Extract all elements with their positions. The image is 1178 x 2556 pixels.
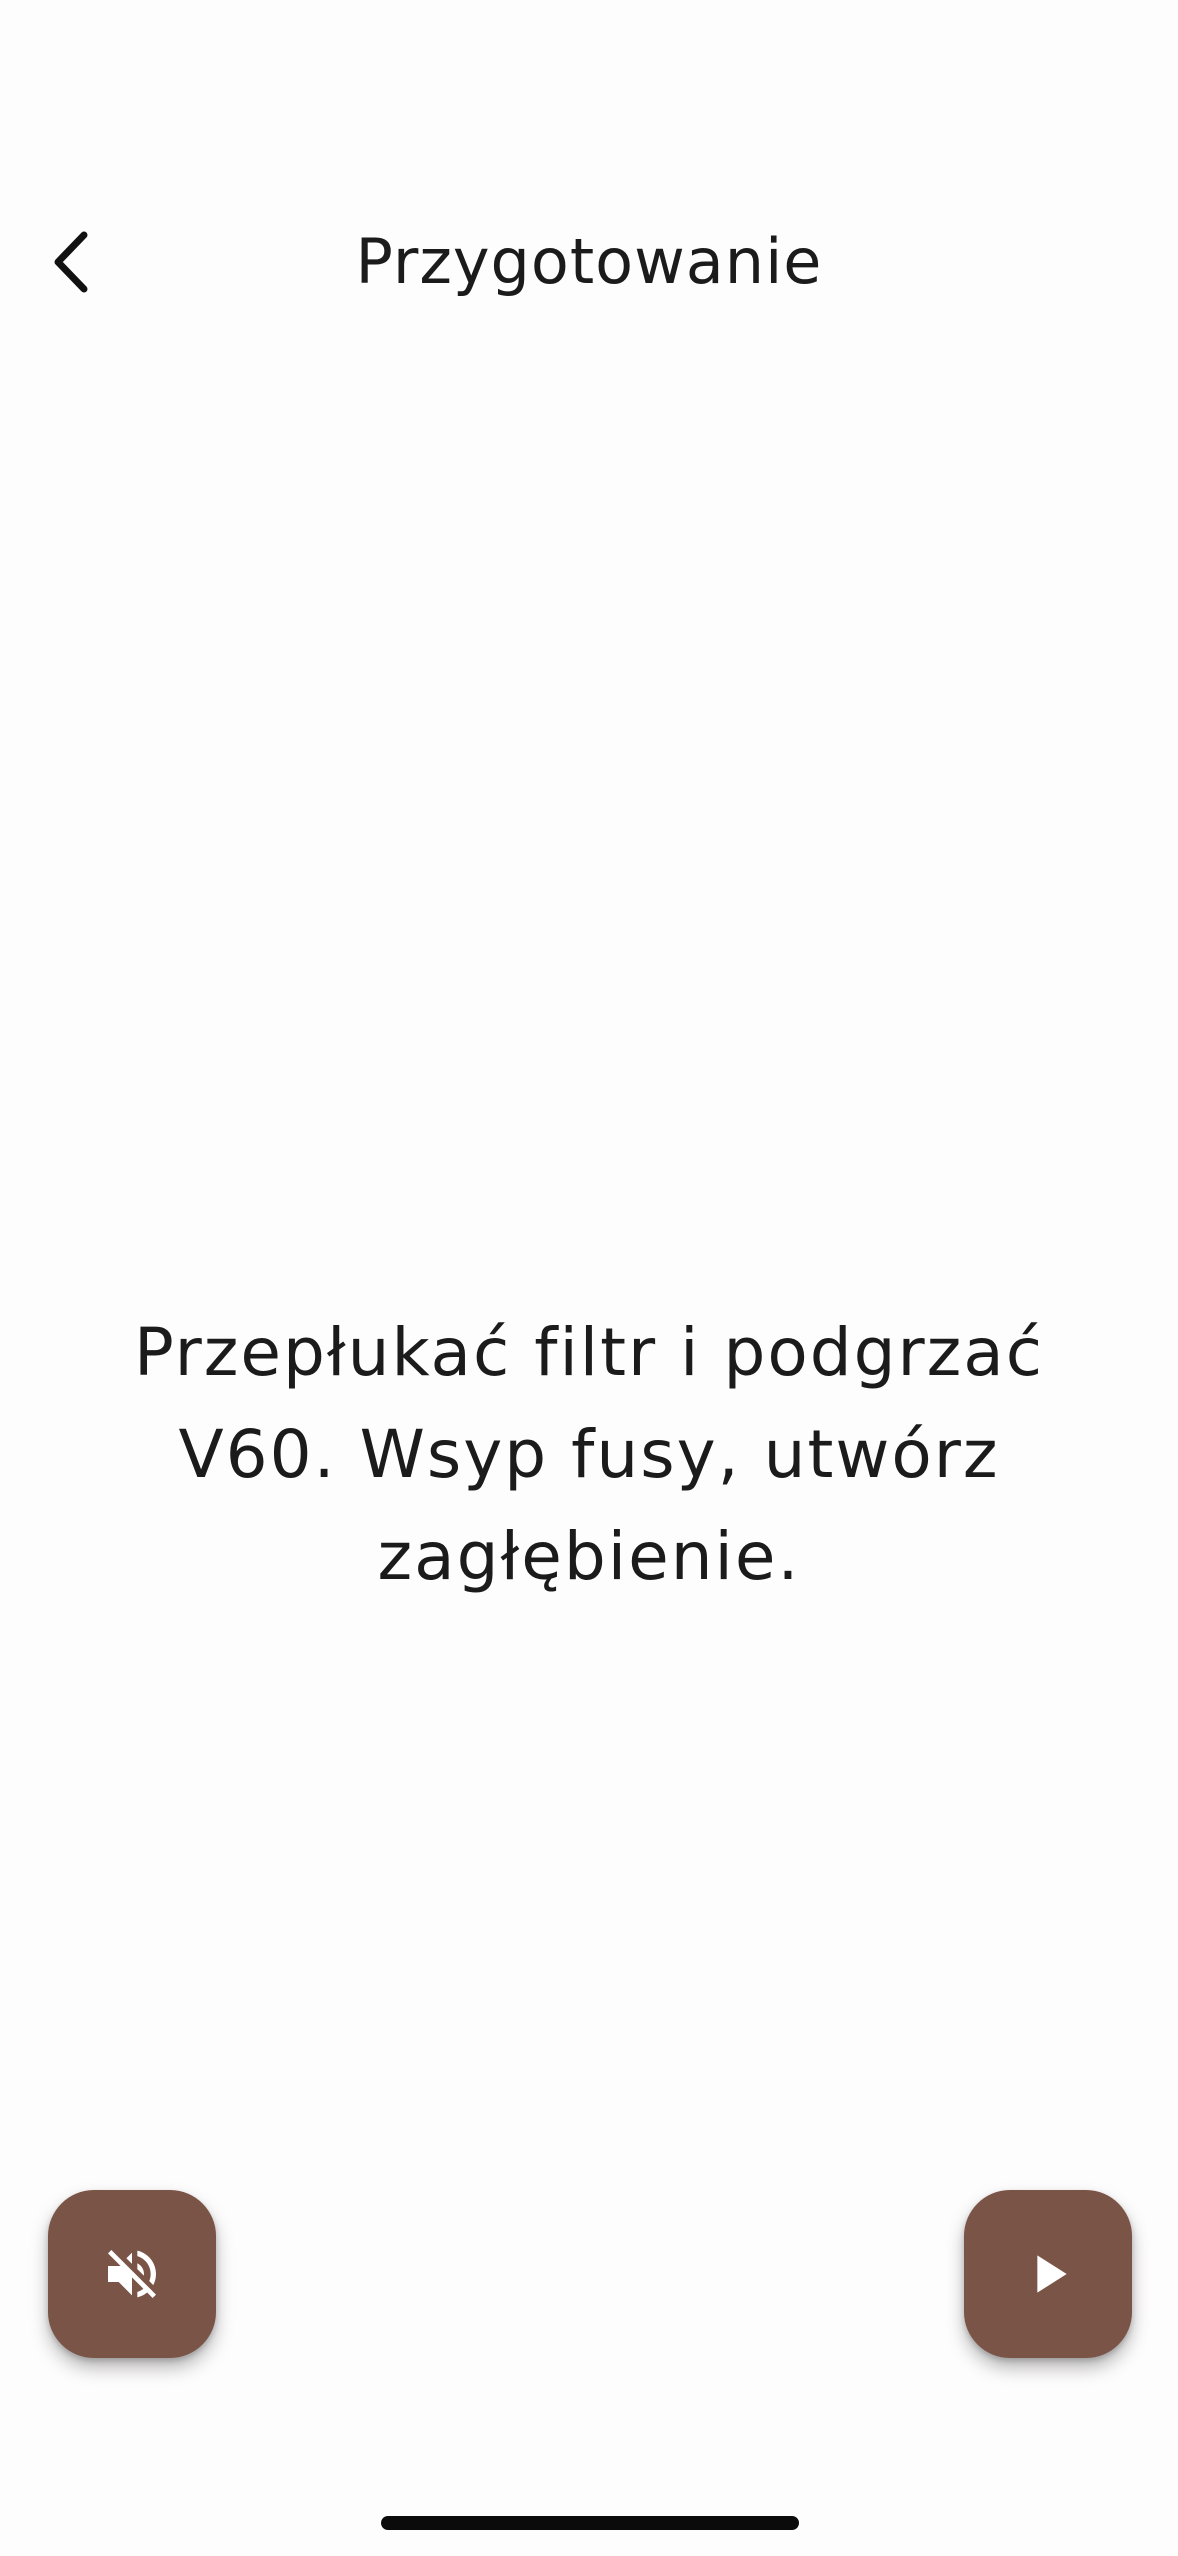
mute-button[interactable] (48, 2190, 216, 2358)
play-button[interactable] (964, 2190, 1132, 2358)
app-bar: Przygotowanie (0, 200, 1178, 324)
volume-off-icon (108, 2250, 156, 2298)
page-title: Przygotowanie (355, 225, 823, 298)
home-indicator (381, 2516, 799, 2530)
play-icon (1037, 2255, 1067, 2293)
step-instruction: Przepłukać filtr i podgrzać V60. Wsyp fu… (133, 1314, 1045, 1595)
